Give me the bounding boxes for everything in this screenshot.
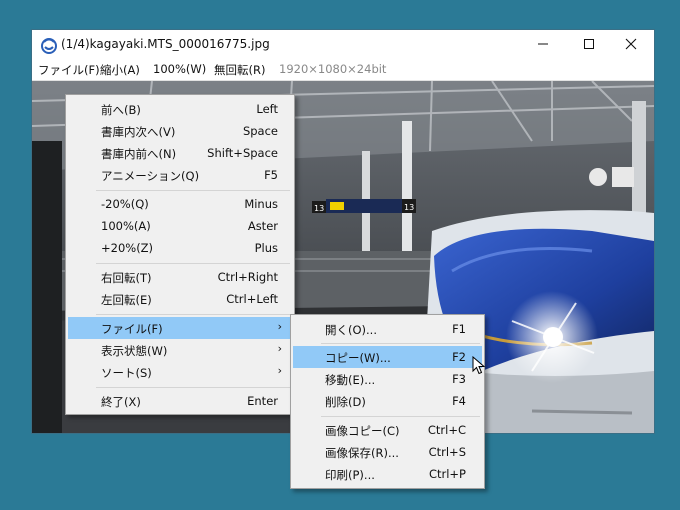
menu-separator	[96, 314, 290, 315]
app-logo-icon	[41, 38, 57, 54]
menu-separator	[96, 190, 290, 191]
menu-item-label: 書庫内前へ(N)	[101, 147, 177, 161]
minimize-icon	[538, 43, 548, 45]
menu-item-rotate-left[interactable]: 左回転(E) Ctrl+Left	[68, 288, 292, 310]
submenu-arrow-icon: ›	[277, 364, 282, 377]
submenu-item-copy[interactable]: コピー(W)... F2	[293, 346, 482, 368]
menu-item-label: 100%(A)	[101, 219, 151, 233]
menu-item-label: 画像保存(R)...	[325, 446, 399, 460]
menu-item-shortcut: F3	[452, 372, 466, 386]
submenu-item-move[interactable]: 移動(E)... F3	[293, 368, 482, 390]
menu-item-label: 移動(E)...	[325, 373, 376, 387]
menu-item-sort[interactable]: ソート(S) ›	[68, 361, 292, 383]
menu-item-archive-previous[interactable]: 書庫内前へ(N) Shift+Space	[68, 142, 292, 164]
menu-item-label: 書庫内次へ(V)	[101, 125, 176, 139]
menu-item-label: ファイル(F)	[101, 322, 163, 336]
menu-separator	[321, 416, 480, 417]
platform-number-right: 13	[404, 203, 414, 212]
menu-zoom[interactable]: 縮小(A)	[100, 62, 140, 78]
context-menu: 前へ(B) Left 書庫内次へ(V) Space 書庫内前へ(N) Shift…	[65, 94, 295, 415]
menu-item-label: -20%(Q)	[101, 197, 149, 211]
menu-item-label: 終了(X)	[101, 395, 141, 409]
menu-item-label: 表示状態(W)	[101, 344, 168, 358]
menu-item-shortcut: Ctrl+S	[428, 445, 466, 459]
menu-scale[interactable]: 100%(W)	[153, 62, 206, 76]
submenu-item-image-copy[interactable]: 画像コピー(C) Ctrl+C	[293, 419, 482, 441]
menu-separator	[321, 343, 480, 344]
menu-item-animation[interactable]: アニメーション(Q) F5	[68, 164, 292, 186]
menu-item-label: 削除(D)	[325, 395, 366, 409]
minimize-button[interactable]	[520, 30, 566, 58]
file-submenu: 開く(O)... F1 コピー(W)... F2 移動(E)... F3 削除(…	[290, 314, 485, 489]
menu-item-exit[interactable]: 終了(X) Enter	[68, 390, 292, 412]
menu-rotate[interactable]: 無回転(R)	[214, 62, 265, 78]
menu-item-shortcut: Aster	[247, 219, 278, 233]
menu-item-label: 前へ(B)	[101, 103, 141, 117]
menu-item-shortcut: Ctrl+P	[428, 467, 466, 481]
menu-item-label: コピー(W)...	[325, 351, 391, 365]
menu-item-shortcut: F1	[452, 322, 466, 336]
menu-item-shortcut: Shift+Space	[207, 146, 278, 160]
menu-item-zoom-out[interactable]: -20%(Q) Minus	[68, 193, 292, 215]
menu-item-display-state[interactable]: 表示状態(W) ›	[68, 339, 292, 361]
submenu-arrow-icon: ›	[277, 320, 282, 333]
menu-item-rotate-right[interactable]: 右回転(T) Ctrl+Right	[68, 266, 292, 288]
menu-separator	[96, 387, 290, 388]
title-bar[interactable]: (1/4)kagayaki.MTS_000016775.jpg	[32, 30, 654, 58]
menu-item-label: +20%(Z)	[101, 241, 154, 255]
maximize-button[interactable]	[566, 30, 612, 58]
maximize-icon	[584, 39, 594, 49]
menu-item-shortcut: Enter	[247, 394, 278, 408]
menu-item-archive-next[interactable]: 書庫内次へ(V) Space	[68, 120, 292, 142]
submenu-item-print[interactable]: 印刷(P)... Ctrl+P	[293, 463, 482, 485]
menu-item-label: 左回転(E)	[101, 293, 152, 307]
platform-number-left: 13	[314, 204, 324, 213]
menu-item-shortcut: Ctrl+Right	[217, 270, 278, 284]
window-title: (1/4)kagayaki.MTS_000016775.jpg	[61, 37, 270, 51]
menu-bar: ファイル(F) 縮小(A) 100%(W) 無回転(R) 1920×1080×2…	[32, 58, 654, 81]
menu-item-zoom-in[interactable]: +20%(Z) Plus	[68, 237, 292, 259]
menu-item-label: 画像コピー(C)	[325, 424, 400, 438]
menu-item-file[interactable]: ファイル(F) ›	[68, 317, 292, 339]
menu-file[interactable]: ファイル(F)	[38, 62, 100, 78]
menu-item-previous[interactable]: 前へ(B) Left	[68, 98, 292, 120]
submenu-item-image-save[interactable]: 画像保存(R)... Ctrl+S	[293, 441, 482, 463]
menu-item-shortcut: Minus	[244, 197, 278, 211]
menu-item-shortcut: Space	[242, 124, 278, 138]
submenu-arrow-icon: ›	[277, 342, 282, 355]
image-info: 1920×1080×24bit	[279, 62, 387, 76]
menu-item-label: ソート(S)	[101, 366, 152, 380]
mouse-cursor-icon	[472, 356, 486, 375]
menu-item-shortcut: Ctrl+C	[427, 423, 466, 437]
menu-item-shortcut: F4	[452, 394, 466, 408]
close-button[interactable]	[608, 30, 654, 58]
menu-item-shortcut: Ctrl+Left	[226, 292, 278, 306]
submenu-item-delete[interactable]: 削除(D) F4	[293, 390, 482, 412]
menu-item-shortcut: F5	[264, 168, 278, 182]
menu-item-actual-size[interactable]: 100%(A) Aster	[68, 215, 292, 237]
menu-item-label: 右回転(T)	[101, 271, 152, 285]
menu-item-label: 開く(O)...	[325, 323, 377, 337]
close-icon	[625, 38, 637, 50]
menu-separator	[96, 263, 290, 264]
menu-item-label: アニメーション(Q)	[101, 169, 200, 183]
menu-item-shortcut: Left	[256, 102, 278, 116]
menu-item-shortcut: F2	[452, 350, 466, 364]
submenu-item-open[interactable]: 開く(O)... F1	[293, 318, 482, 340]
menu-item-shortcut: Plus	[254, 241, 278, 255]
menu-item-label: 印刷(P)...	[325, 468, 375, 482]
